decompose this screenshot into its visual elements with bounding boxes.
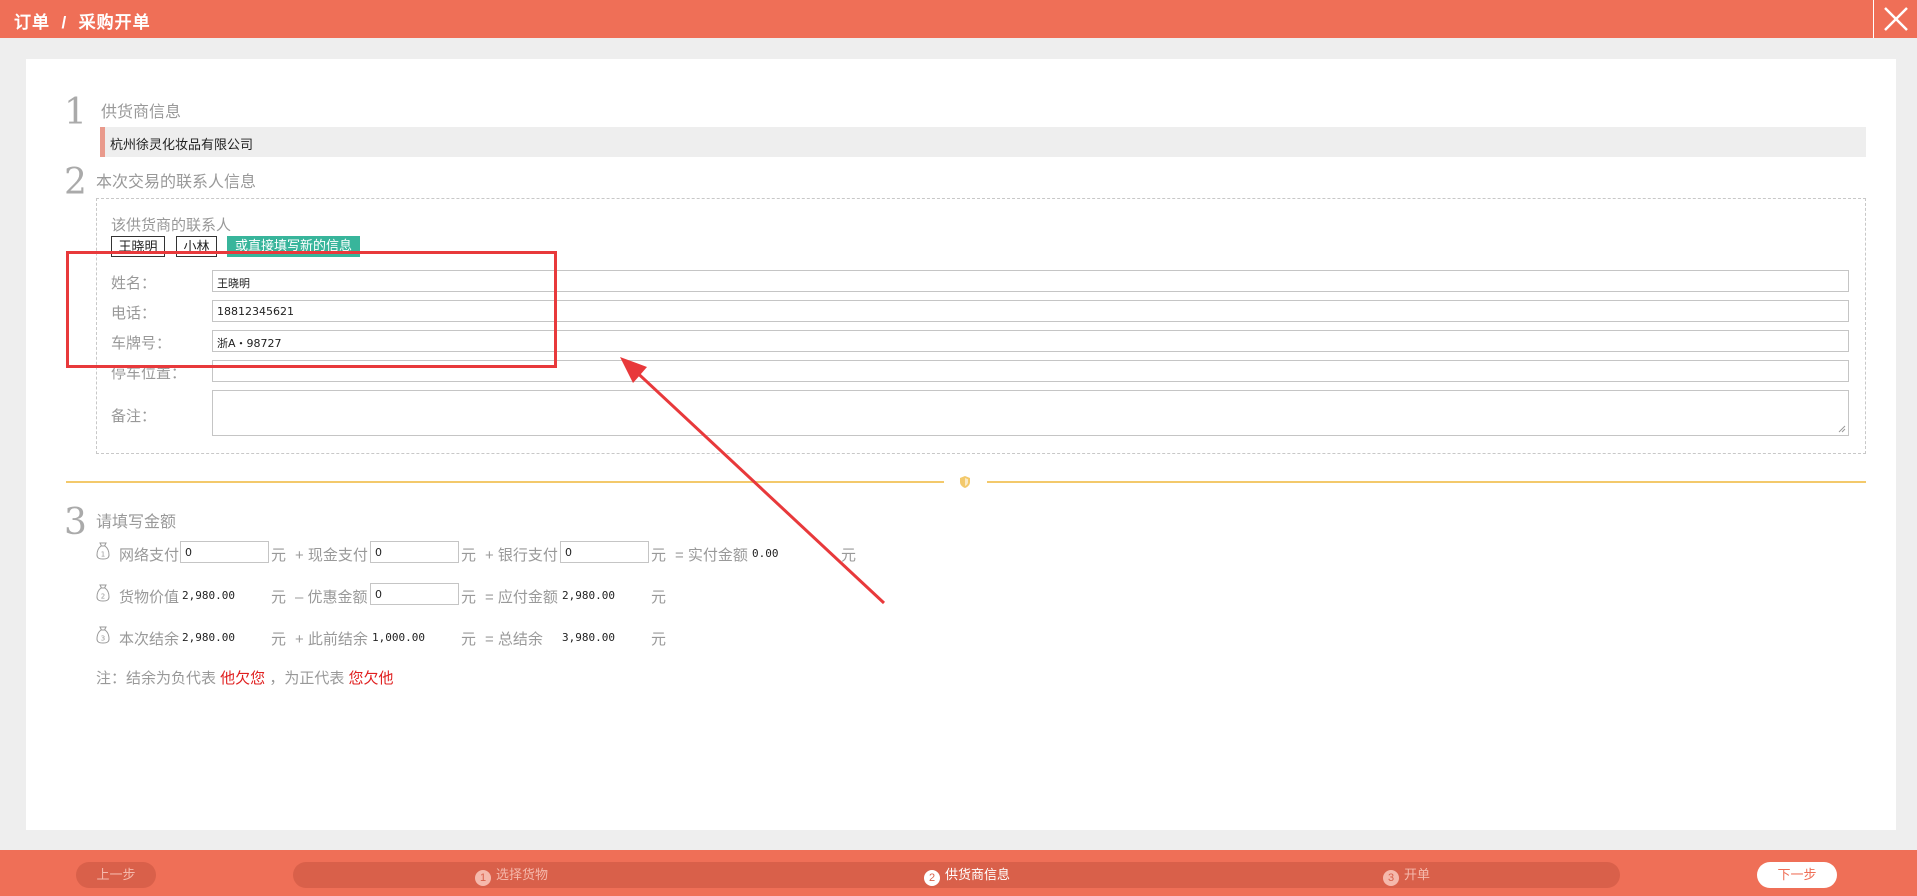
discount-label: – 优惠金额 <box>295 589 368 606</box>
step-number-badge: 3 <box>1383 870 1399 886</box>
unit-label: 元 <box>841 547 857 564</box>
unit-label: 元 <box>461 547 477 564</box>
contact-section: 该供货商的联系人 王晓明 小林 或直接填写新的信息 姓名： 王晓明 电话： 18… <box>96 198 1866 454</box>
payable-label: = 应付金额 <box>485 589 558 606</box>
prev-step-button[interactable]: 上一步 <box>76 862 156 888</box>
online-pay-label: 网络支付 <box>119 547 180 564</box>
balance-note: 注：结余为负代表 他欠您 ，为正代表 您欠他 <box>96 667 394 688</box>
name-input[interactable]: 王晓明 <box>212 270 1849 292</box>
svg-text:2: 2 <box>101 593 105 601</box>
paid-amount-label: = 实付金额 <box>675 547 748 564</box>
new-info-button[interactable]: 或直接填写新的信息 <box>227 236 360 257</box>
bank-pay-label: + 银行支付 <box>485 547 558 564</box>
step-3-title: 请填写金额 <box>96 514 177 531</box>
footer-bar: 上一步 1 选择货物 2 供货商信息 3 开单 下一步 <box>0 850 1917 896</box>
contact-tag-wangxiaoming[interactable]: 王晓明 <box>111 236 165 257</box>
unit-label: 元 <box>271 589 287 606</box>
goods-value: 2,980.00 <box>182 589 235 602</box>
cash-pay-label: + 现金支付 <box>295 547 368 564</box>
svg-text:1: 1 <box>101 551 105 559</box>
parking-label: 停车位置： <box>111 365 187 382</box>
unit-label: 元 <box>651 631 667 648</box>
step-3-number: 3 <box>64 502 87 543</box>
bank-pay-input[interactable]: 0 <box>560 541 649 563</box>
note-negative: 他欠您 <box>220 670 266 687</box>
shield-icon <box>960 476 970 488</box>
goods-value-label: 货物价值 <box>119 589 180 606</box>
paid-amount-value: 0.00 <box>752 547 779 560</box>
remark-textarea[interactable] <box>212 390 1849 436</box>
next-step-button[interactable]: 下一步 <box>1757 862 1837 888</box>
note-positive: 您欠他 <box>348 670 394 687</box>
discount-input[interactable]: 0 <box>370 583 459 605</box>
money-bag-3-icon: 3 <box>96 626 110 644</box>
progress-step-label: 供货商信息 <box>945 867 1011 882</box>
svg-text:3: 3 <box>101 635 105 643</box>
payable-value: 2,980.00 <box>562 589 615 602</box>
current-balance-value: 2,980.00 <box>182 631 235 644</box>
step-2-number: 2 <box>64 162 87 203</box>
name-label: 姓名： <box>111 275 157 292</box>
contacts-label: 该供货商的联系人 <box>111 217 232 234</box>
phone-label: 电话： <box>111 305 157 322</box>
previous-balance-label: + 此前结余 <box>295 631 368 648</box>
total-balance-label: = 总结余 <box>485 631 543 648</box>
money-bag-1-icon: 1 <box>96 542 110 560</box>
plate-label: 车牌号： <box>111 335 172 352</box>
unit-label: 元 <box>651 547 667 564</box>
parking-input[interactable] <box>212 360 1849 382</box>
unit-label: 元 <box>271 631 287 648</box>
resize-grip-icon[interactable] <box>1838 425 1846 433</box>
close-button[interactable] <box>1873 0 1917 38</box>
divider-right <box>987 481 1866 483</box>
step-number-badge: 2 <box>924 870 940 886</box>
note-prefix: 注：结余为负代表 <box>96 670 221 687</box>
progress-step-label: 开单 <box>1404 867 1431 882</box>
contact-tag-xiaolin[interactable]: 小林 <box>176 236 217 257</box>
unit-label: 元 <box>271 547 287 564</box>
unit-label: 元 <box>461 589 477 606</box>
header-bar: 订单 / 采购开单 <box>0 0 1917 38</box>
progress-track: 1 选择货物 2 供货商信息 3 开单 <box>293 862 1620 888</box>
previous-balance-value: 1,000.00 <box>372 631 425 644</box>
online-pay-input[interactable]: 0 <box>180 541 269 563</box>
total-balance-value: 3,980.00 <box>562 631 615 644</box>
phone-input[interactable]: 18812345621 <box>212 300 1849 322</box>
progress-step-3[interactable]: 3 开单 <box>1383 862 1430 888</box>
step-number-badge: 1 <box>475 870 491 886</box>
note-middle: ，为正代表 <box>265 670 349 687</box>
step-2-title: 本次交易的联系人信息 <box>96 174 257 191</box>
supplier-name: 杭州徐灵化妆品有限公司 <box>100 127 1866 157</box>
divider-left <box>66 481 944 483</box>
breadcrumb: 订单 / 采购开单 <box>14 13 151 32</box>
progress-step-1[interactable]: 1 选择货物 <box>475 862 548 888</box>
step-1-number: 1 <box>64 92 87 133</box>
close-icon <box>1884 7 1908 31</box>
remark-label: 备注： <box>111 408 157 425</box>
current-balance-label: 本次结余 <box>119 631 180 648</box>
progress-step-2[interactable]: 2 供货商信息 <box>924 862 1010 888</box>
progress-step-label: 选择货物 <box>496 867 549 882</box>
plate-input[interactable]: 浙A・98727 <box>212 330 1849 352</box>
cash-pay-input[interactable]: 0 <box>370 541 459 563</box>
money-bag-2-icon: 2 <box>96 584 110 602</box>
unit-label: 元 <box>461 631 477 648</box>
step-1-title: 供货商信息 <box>101 104 182 121</box>
unit-label: 元 <box>651 589 667 606</box>
